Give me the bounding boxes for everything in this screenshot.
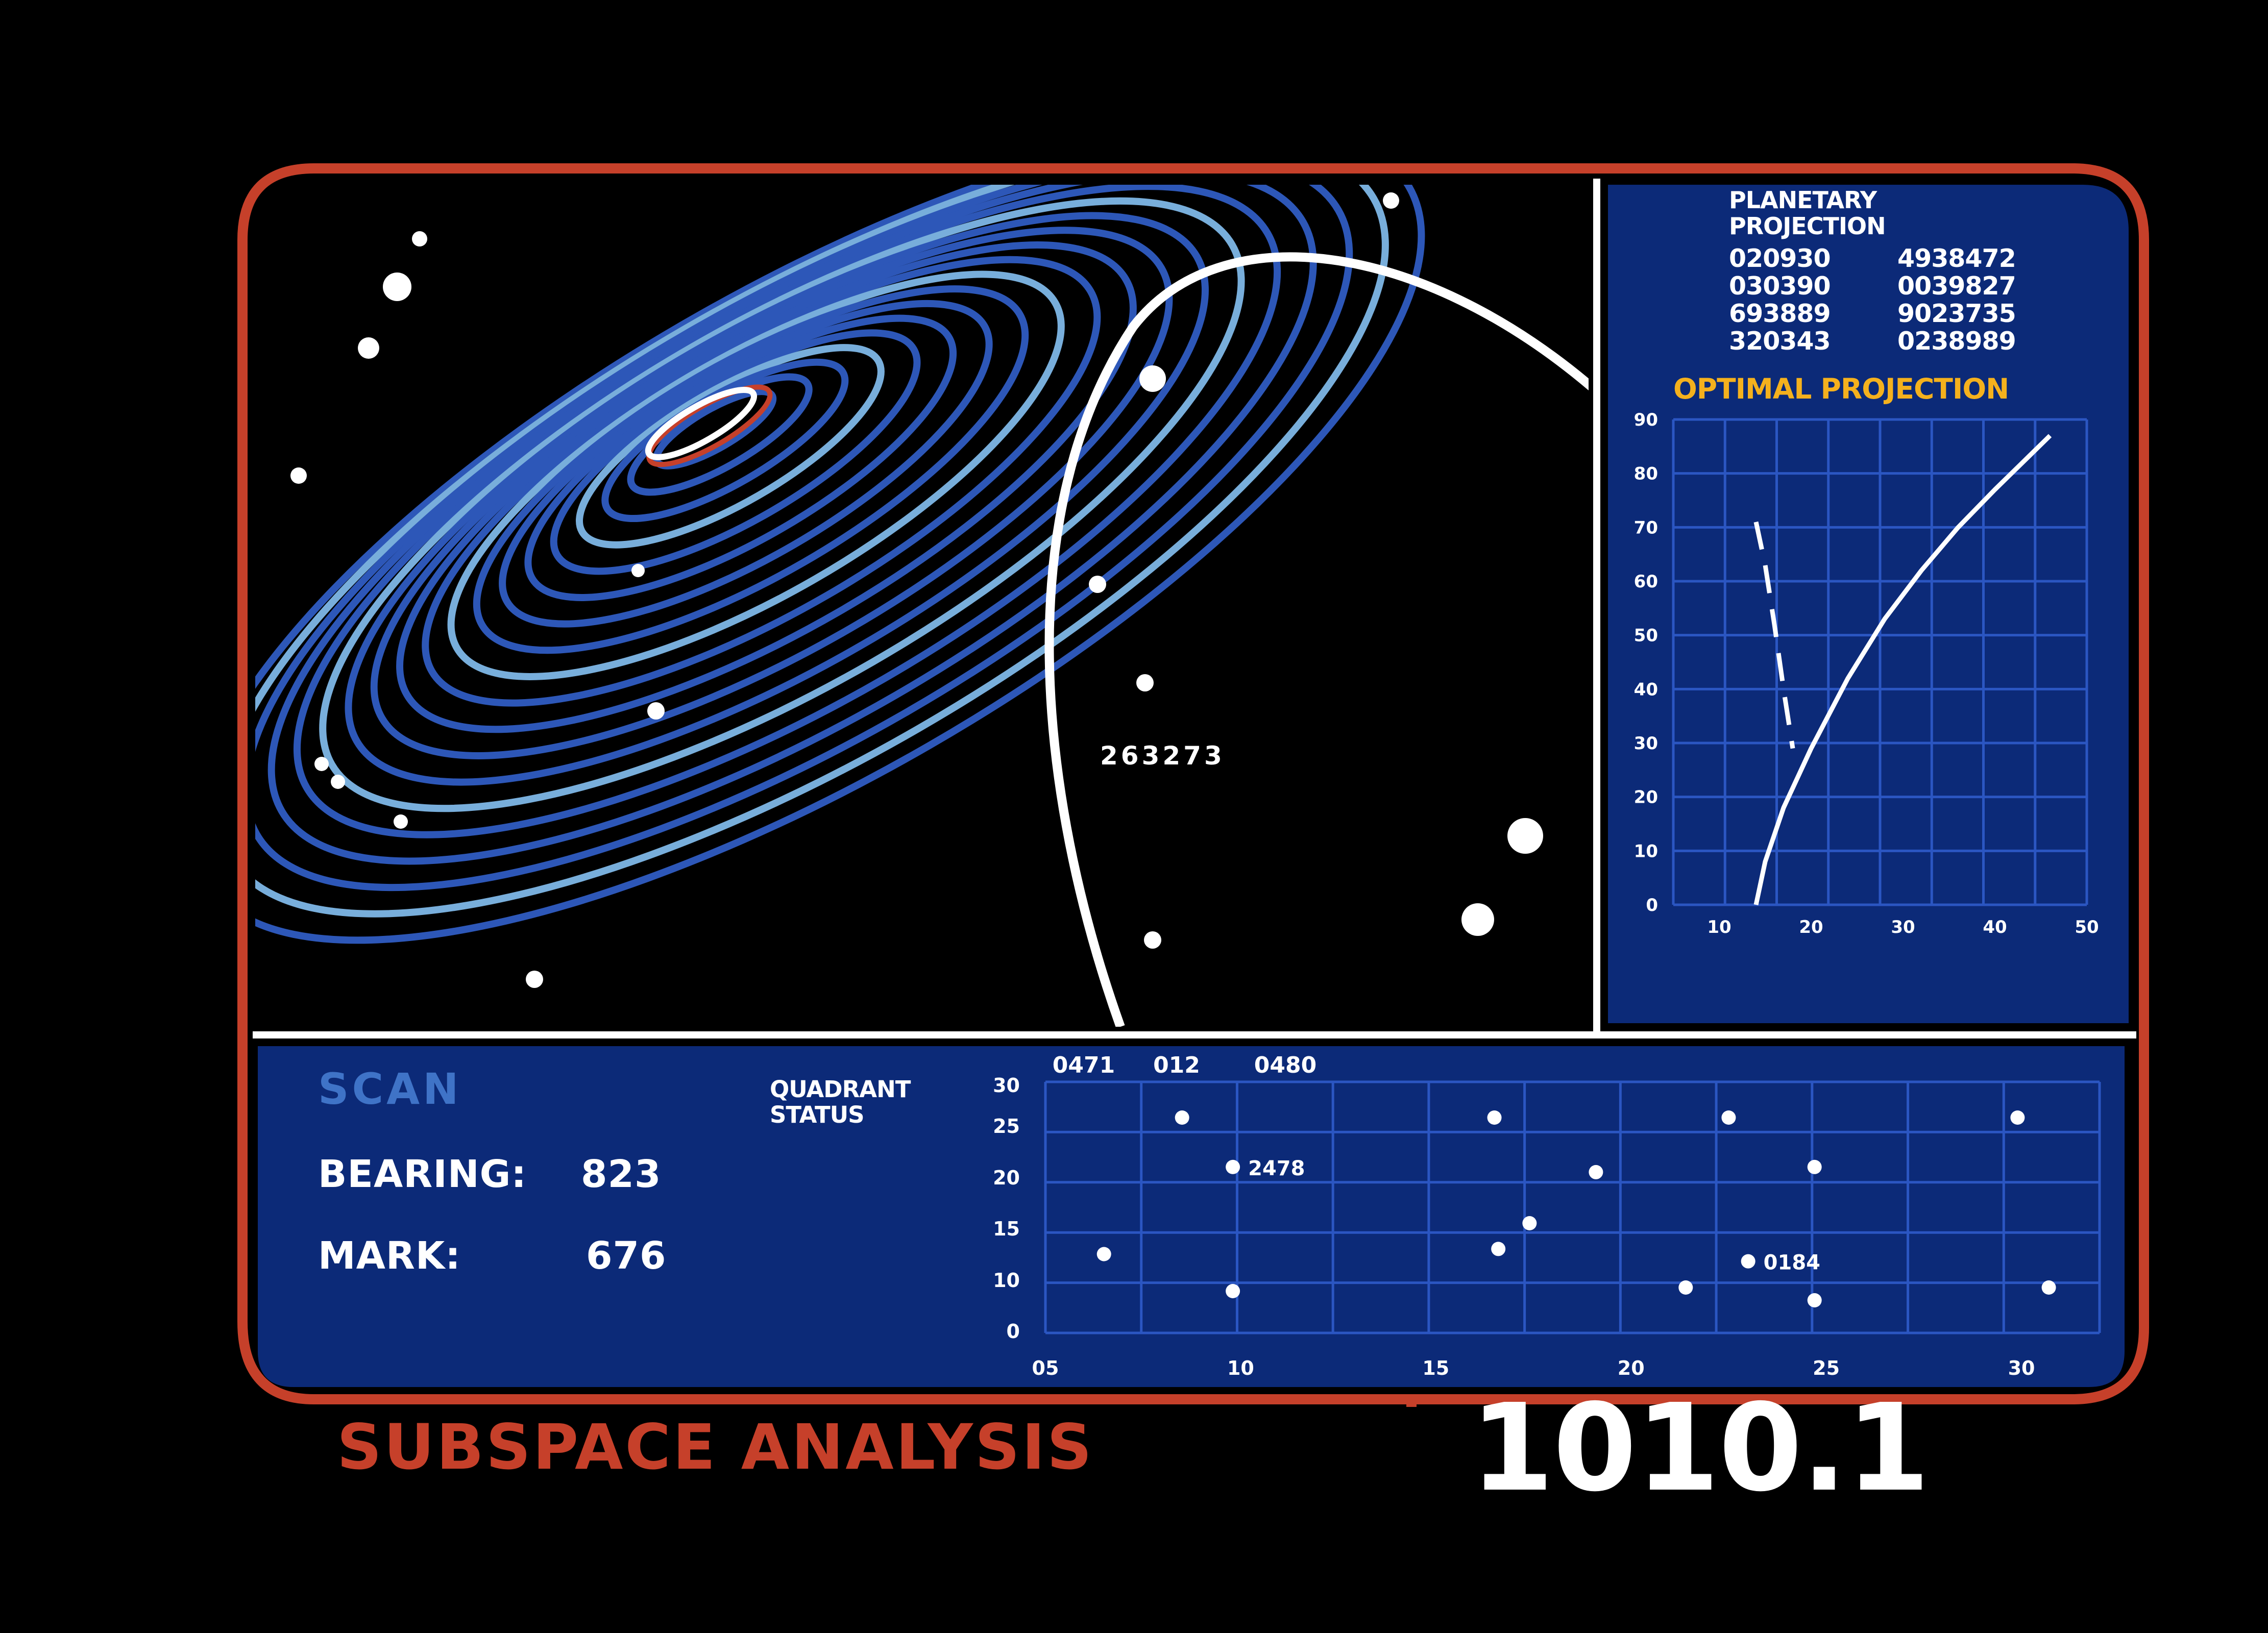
star-icon: [358, 337, 379, 359]
projection-value: 0039827: [1897, 271, 2016, 301]
x-tick-label: 40: [1983, 917, 2007, 937]
y-tick-label: 80: [1634, 464, 1658, 484]
projection-value: 9023735: [1897, 299, 2016, 328]
scatter-point: [1678, 1280, 1693, 1295]
projection-panel: [1608, 185, 2129, 1023]
optimal-projection-title: OPTIMAL PROJECTION: [1673, 373, 2009, 405]
top-axis-label: 012: [1153, 1052, 1200, 1078]
projection-column-2: 4938472 0039827 9023735 0238989: [1897, 245, 2016, 355]
star-icon: [1089, 576, 1106, 593]
y-tick-label: 0: [1646, 895, 1658, 916]
footer-title: SUBSPACE ANALYSIS: [337, 1411, 1094, 1483]
point-label: 0184: [1764, 1251, 1820, 1275]
scatter-point: [1807, 1159, 1822, 1174]
scatter-point: [1741, 1254, 1755, 1269]
x-tick-label: 25: [1813, 1357, 1840, 1379]
scatter-point: [1226, 1159, 1240, 1174]
y-tick-label: 30: [993, 1074, 1020, 1097]
projection-value: 020930: [1729, 244, 1831, 273]
star-icon: [1139, 365, 1166, 392]
trajectory-arc-icon: [1044, 252, 1589, 1027]
y-tick-label: 15: [993, 1218, 1020, 1240]
y-tick-label: 30: [1634, 733, 1658, 754]
projection-value: 030390: [1729, 271, 1831, 301]
subspace-analysis-screen: 0 10 20 30 40 50 60 70 80 90 10 20 30 40 50 0 10 15 20 25 3…: [0, 0, 2268, 1633]
scatter-point: [1522, 1216, 1537, 1230]
x-tick-label: 50: [2075, 917, 2099, 937]
scatter-point: [1807, 1293, 1822, 1307]
projection-column-1: 020930 030390 693889 320343: [1729, 245, 1831, 355]
bearing-value: 823: [581, 1152, 662, 1196]
scatter-point: [1589, 1165, 1603, 1179]
x-tick-label: 20: [1618, 1357, 1645, 1379]
y-tick-label: 10: [993, 1269, 1020, 1292]
x-tick-label: 15: [1422, 1357, 1449, 1379]
planetary-projection-title: PLANETARY PROJECTION: [1729, 186, 1886, 240]
star-icon: [526, 971, 543, 988]
footer-id: 1010.1: [1470, 1378, 1930, 1518]
scatter-point: [1226, 1284, 1240, 1298]
x-tick-label: 10: [1707, 917, 1731, 937]
y-tick-label: 60: [1634, 572, 1658, 592]
x-tick-label: 30: [2008, 1357, 2035, 1379]
star-icon: [331, 775, 345, 789]
scatter-point: [2041, 1280, 2056, 1295]
y-tick-label: 0: [1007, 1320, 1020, 1343]
orbit-ring-icon: [255, 185, 1389, 918]
scatter-point: [1096, 1247, 1111, 1261]
y-tick-label: 20: [993, 1167, 1020, 1189]
projection-value: 0238989: [1897, 327, 2016, 356]
star-icon: [1461, 903, 1494, 936]
projection-value: 320343: [1729, 327, 1831, 356]
scatter-point: [2010, 1110, 2025, 1125]
mark-label: MARK:: [318, 1234, 461, 1278]
y-tick-label: 25: [993, 1115, 1020, 1137]
projection-value: 693889: [1729, 299, 1831, 328]
x-tick-label: 05: [1032, 1357, 1059, 1379]
star-icon: [1383, 192, 1399, 209]
scan-panel: [258, 1046, 2125, 1387]
star-icon: [1144, 931, 1161, 949]
y-tick-label: 70: [1634, 517, 1658, 538]
scatter-point: [1721, 1110, 1736, 1125]
x-tick-label: 30: [1891, 917, 1915, 937]
star-icon: [394, 814, 408, 829]
star-icon: [647, 702, 665, 720]
scatter-point: [1487, 1110, 1502, 1125]
star-icon: [290, 467, 307, 484]
mark-value: 676: [586, 1234, 667, 1278]
projection-value: 4938472: [1897, 244, 2016, 273]
bearing-label: BEARING:: [318, 1152, 527, 1196]
top-axis-label: 0480: [1254, 1052, 1316, 1078]
scatter-point: [1491, 1242, 1506, 1256]
quadrant-status-label: QUADRANT STATUS: [770, 1076, 911, 1128]
star-icon: [412, 231, 427, 246]
point-label: 2478: [1248, 1157, 1305, 1180]
scan-title: SCAN: [318, 1064, 462, 1114]
star-icon: [314, 757, 329, 771]
marker-label: 263273: [1100, 741, 1225, 771]
y-tick-label: 40: [1634, 679, 1658, 700]
y-tick-label: 20: [1634, 787, 1658, 808]
y-tick-label: 50: [1634, 626, 1658, 646]
y-tick-label: 10: [1634, 841, 1658, 861]
scatter-point: [1175, 1110, 1189, 1125]
orbit-ring-icon: [267, 185, 1317, 865]
star-icon: [383, 273, 411, 301]
y-tick-label: 90: [1634, 410, 1658, 430]
star-icon: [1507, 818, 1543, 854]
star-icon: [1136, 674, 1154, 691]
top-axis-label: 0471: [1053, 1052, 1115, 1078]
star-icon: [631, 564, 645, 577]
x-tick-label: 10: [1227, 1357, 1254, 1379]
x-tick-label: 20: [1799, 917, 1823, 937]
